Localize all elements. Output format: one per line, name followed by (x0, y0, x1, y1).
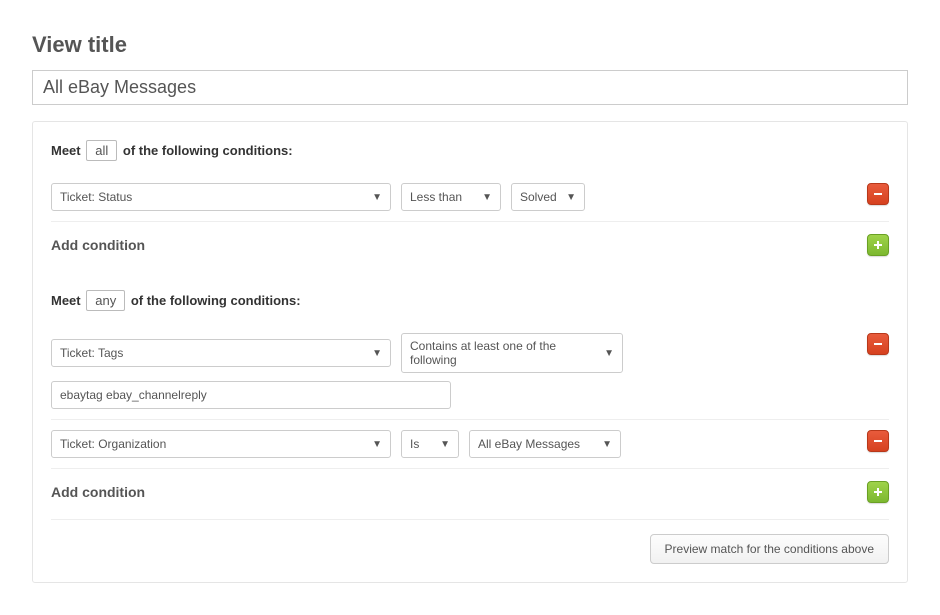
remove-condition-button[interactable] (867, 430, 889, 452)
add-condition-row: Add condition (51, 468, 889, 515)
operator-select-label: Less than (410, 190, 462, 204)
chevron-down-icon: ▼ (566, 192, 576, 203)
preview-match-button[interactable]: Preview match for the conditions above (650, 534, 889, 564)
remove-condition-button[interactable] (867, 183, 889, 205)
chevron-down-icon: ▼ (372, 439, 382, 450)
value-select[interactable]: Solved ▼ (511, 183, 585, 211)
conditions-panel: Meet all of the following conditions: Ti… (32, 121, 908, 583)
add-condition-row: Add condition (51, 221, 889, 268)
condition-inputs: Ticket: Tags ▼ Contains at least one of … (51, 333, 857, 409)
field-select-label: Ticket: Organization (60, 437, 166, 451)
operator-select-label: Contains at least one of the following (410, 339, 596, 367)
field-select-label: Ticket: Status (60, 190, 132, 204)
page-title: View title (32, 32, 908, 58)
value-select[interactable]: All eBay Messages ▼ (469, 430, 621, 458)
remove-condition-button[interactable] (867, 333, 889, 355)
operator-select-label: Is (410, 437, 419, 451)
any-chip: any (86, 290, 125, 311)
condition-inputs: Ticket: Status ▼ Less than ▼ Solved ▼ (51, 183, 857, 211)
minus-icon (872, 188, 884, 200)
field-select[interactable]: Ticket: Tags ▼ (51, 339, 391, 367)
operator-select[interactable]: Is ▼ (401, 430, 459, 458)
field-select[interactable]: Ticket: Organization ▼ (51, 430, 391, 458)
minus-icon (872, 435, 884, 447)
preview-row: Preview match for the conditions above (51, 519, 889, 564)
operator-select[interactable]: Less than ▼ (401, 183, 501, 211)
meet-suffix: of the following conditions: (131, 293, 301, 308)
condition-row: Ticket: Organization ▼ Is ▼ All eBay Mes… (51, 419, 889, 468)
condition-row: Ticket: Tags ▼ Contains at least one of … (51, 323, 889, 419)
view-title-input[interactable] (32, 70, 908, 105)
chevron-down-icon: ▼ (482, 192, 492, 203)
chevron-down-icon: ▼ (604, 348, 614, 359)
meet-suffix: of the following conditions: (123, 143, 293, 158)
value-select-label: All eBay Messages (478, 437, 580, 451)
field-select-label: Ticket: Tags (60, 346, 123, 360)
add-condition-label: Add condition (51, 484, 145, 500)
meet-prefix: Meet (51, 293, 81, 308)
any-conditions-heading: Meet any of the following conditions: (51, 290, 889, 311)
meet-prefix: Meet (51, 143, 81, 158)
plus-icon (872, 486, 884, 498)
add-condition-button[interactable] (867, 481, 889, 503)
value-select-label: Solved (520, 190, 557, 204)
add-condition-button[interactable] (867, 234, 889, 256)
add-condition-label: Add condition (51, 237, 145, 253)
chevron-down-icon: ▼ (372, 348, 382, 359)
chevron-down-icon: ▼ (602, 439, 612, 450)
tags-input[interactable] (51, 381, 451, 409)
chevron-down-icon: ▼ (440, 439, 450, 450)
plus-icon (872, 239, 884, 251)
chevron-down-icon: ▼ (372, 192, 382, 203)
condition-row: Ticket: Status ▼ Less than ▼ Solved ▼ (51, 173, 889, 221)
minus-icon (872, 338, 884, 350)
operator-select[interactable]: Contains at least one of the following ▼ (401, 333, 623, 373)
all-conditions-heading: Meet all of the following conditions: (51, 140, 889, 161)
field-select[interactable]: Ticket: Status ▼ (51, 183, 391, 211)
all-chip: all (86, 140, 117, 161)
condition-inputs: Ticket: Organization ▼ Is ▼ All eBay Mes… (51, 430, 857, 458)
